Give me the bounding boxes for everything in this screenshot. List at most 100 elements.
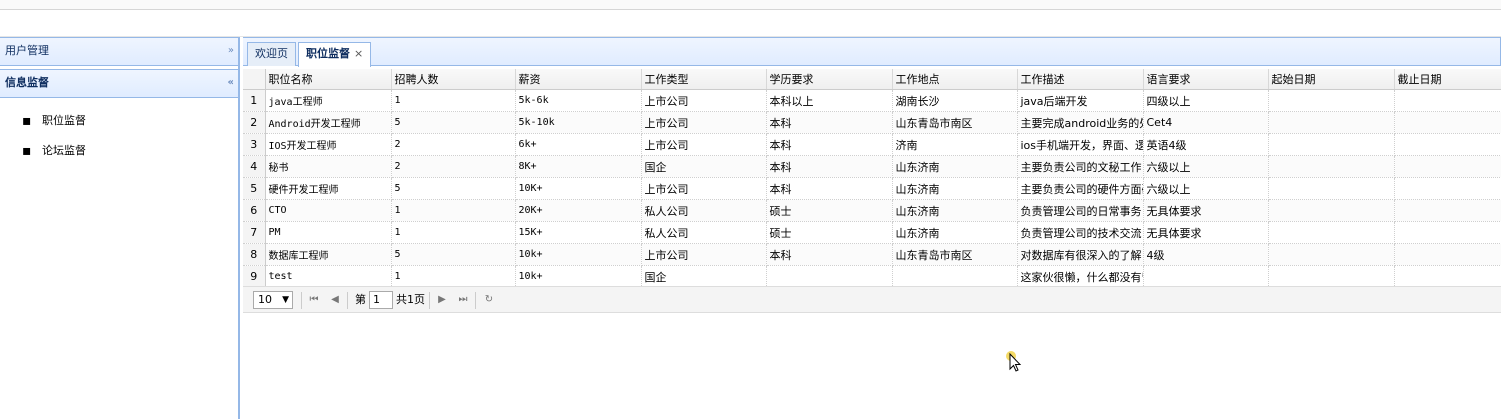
table-cell[interactable]: java工程师 xyxy=(265,89,392,112)
table-cell[interactable]: 六级以上 xyxy=(1143,177,1269,200)
table-cell[interactable]: 国企 xyxy=(641,265,767,288)
sidebar-item-forum-supervision[interactable]: ▪ 论坛监督 xyxy=(0,140,238,170)
table-cell[interactable] xyxy=(1268,177,1395,200)
table-cell[interactable]: 山东济南 xyxy=(892,177,1018,200)
table-cell[interactable]: 主要负责公司的硬件方面研发 xyxy=(1017,177,1144,200)
table-cell[interactable]: 上市公司 xyxy=(641,89,767,112)
table-cell[interactable]: Android开发工程师 xyxy=(265,111,392,134)
table-row[interactable]: 9test110k+国企 这家伙很懒，什么都没有留下 xyxy=(243,265,1501,288)
table-cell[interactable]: 负责管理公司的技术交流， xyxy=(1017,221,1144,244)
first-page-button[interactable]: ⏮ xyxy=(306,291,322,309)
table-cell[interactable] xyxy=(1268,111,1395,134)
column-header[interactable]: 工作类型 xyxy=(641,69,767,90)
table-row[interactable]: 2 Android开发工程师 5 5k-10k 上市公司 本科 山东青岛市南区 主要完成and… xyxy=(243,111,1501,134)
table-cell[interactable]: 1 xyxy=(391,89,516,112)
table-cell[interactable]: 私人公司 xyxy=(641,199,767,222)
table-cell[interactable] xyxy=(1394,89,1501,112)
table-cell[interactable]: 上市公司 xyxy=(641,243,767,266)
table-cell[interactable] xyxy=(1268,199,1395,222)
column-header[interactable]: 截止日期 xyxy=(1394,69,1501,90)
table-cell[interactable] xyxy=(1143,265,1269,288)
page-number-input[interactable]: 1 xyxy=(369,291,393,309)
table-row[interactable]: 7 PM 1 15K+ 私人公司 硕士 山东济南 负责管理公司的技术交流， 无具体要求 xyxy=(243,221,1501,244)
table-cell[interactable]: 上市公司 xyxy=(641,177,767,200)
table-cell[interactable] xyxy=(1394,155,1501,178)
table-cell[interactable]: 私人公司 xyxy=(641,221,767,244)
table-cell[interactable]: 本科以上 xyxy=(766,89,893,112)
table-cell[interactable]: 5 xyxy=(391,177,516,200)
table-cell[interactable]: test xyxy=(265,265,392,288)
table-cell[interactable] xyxy=(1394,265,1501,288)
table-cell[interactable]: 本科 xyxy=(766,111,893,134)
column-header[interactable]: 薪资 xyxy=(515,69,642,90)
table-cell[interactable]: 1 xyxy=(391,199,516,222)
table-cell[interactable]: 山东济南 xyxy=(892,155,1018,178)
table-cell[interactable]: 对数据库有很深入的了解， xyxy=(1017,243,1144,266)
refresh-button[interactable]: ↻ xyxy=(481,291,497,309)
table-cell[interactable]: 本科 xyxy=(766,155,893,178)
table-cell[interactable]: 1 xyxy=(391,221,516,244)
table-cell[interactable]: PM xyxy=(265,221,392,244)
table-cell[interactable]: 1 xyxy=(391,265,516,288)
table-cell[interactable]: 硕士 xyxy=(766,199,893,222)
table-row[interactable]: 8 数据库工程师 5 10k+ 上市公司 本科 山东青岛市南区 对数据库有很深入的了解， 4级 xyxy=(243,243,1501,266)
table-cell[interactable]: 山东济南 xyxy=(892,199,1018,222)
table-row[interactable]: 1 java工程师 1 5k-6k 上市公司 本科以上 湖南长沙 java后端开发 四级以上 xyxy=(243,89,1501,112)
table-cell[interactable]: 4级 xyxy=(1143,243,1269,266)
table-cell[interactable] xyxy=(1394,243,1501,266)
table-row[interactable]: 3IOS开发工程师26k+上市公司本科济南ios手机端开发，界面、逻辑英语4级 xyxy=(243,133,1501,156)
table-cell[interactable]: 10k+ xyxy=(515,243,642,266)
prev-page-button[interactable]: ◀ xyxy=(327,291,343,309)
table-cell[interactable]: IOS开发工程师 xyxy=(265,133,392,156)
table-cell[interactable] xyxy=(766,265,893,288)
table-cell[interactable]: 湖南长沙 xyxy=(892,89,1018,112)
column-header[interactable]: 招聘人数 xyxy=(391,69,516,90)
sidebar-item-job-supervision[interactable]: ▪ 职位监督 xyxy=(0,110,238,140)
close-icon[interactable]: × xyxy=(354,47,363,60)
table-cell[interactable] xyxy=(1268,265,1395,288)
table-cell[interactable]: 硕士 xyxy=(766,221,893,244)
table-cell[interactable]: 上市公司 xyxy=(641,111,767,134)
last-page-button[interactable]: ⏭ xyxy=(455,291,471,309)
column-header[interactable]: 职位名称 xyxy=(265,69,392,90)
table-cell[interactable] xyxy=(1394,221,1501,244)
accordion-header-user-management[interactable]: 用户管理 » xyxy=(0,37,238,66)
table-row[interactable]: 4 秘书 2 8K+ 国企 本科 山东济南 主要负责公司的文秘工作， 六级以上 xyxy=(243,155,1501,178)
collapse-icon[interactable]: « xyxy=(228,70,234,96)
expand-icon[interactable]: » xyxy=(228,38,234,64)
table-cell[interactable]: ios手机端开发，界面、逻辑 xyxy=(1017,133,1144,156)
page-size-select[interactable]: 10 ▼ xyxy=(253,291,293,309)
table-cell[interactable]: 四级以上 xyxy=(1143,89,1269,112)
table-cell[interactable]: 山东青岛市南区 xyxy=(892,243,1018,266)
table-cell[interactable] xyxy=(1268,133,1395,156)
column-header[interactable]: 工作地点 xyxy=(892,69,1018,90)
table-cell[interactable]: 主要完成android业务的处理 xyxy=(1017,111,1144,134)
next-page-button[interactable]: ▶ xyxy=(434,291,450,309)
table-cell[interactable]: 5k-10k xyxy=(515,111,642,134)
table-cell[interactable]: 2 xyxy=(391,155,516,178)
table-cell[interactable]: 英语4级 xyxy=(1143,133,1269,156)
accordion-header-info-supervision[interactable]: 信息监督 « xyxy=(0,69,238,98)
table-cell[interactable]: 数据库工程师 xyxy=(265,243,392,266)
table-cell[interactable]: 6k+ xyxy=(515,133,642,156)
table-cell[interactable]: 国企 xyxy=(641,155,767,178)
table-cell[interactable] xyxy=(1268,155,1395,178)
table-cell[interactable]: 负责管理公司的日常事务， xyxy=(1017,199,1144,222)
table-cell[interactable]: CTO xyxy=(265,199,392,222)
table-cell[interactable]: 本科 xyxy=(766,243,893,266)
table-cell[interactable]: 济南 xyxy=(892,133,1018,156)
table-cell[interactable] xyxy=(892,265,1018,288)
table-cell[interactable] xyxy=(1394,199,1501,222)
table-cell[interactable] xyxy=(1268,243,1395,266)
column-header[interactable]: 起始日期 xyxy=(1268,69,1395,90)
table-cell[interactable]: 15K+ xyxy=(515,221,642,244)
column-header[interactable]: 工作描述 xyxy=(1017,69,1144,90)
table-cell[interactable]: 硬件开发工程师 xyxy=(265,177,392,200)
table-row[interactable]: 5硬件开发工程师510K+上市公司本科山东济南主要负责公司的硬件方面研发六级以上 xyxy=(243,177,1501,200)
table-cell[interactable] xyxy=(1394,177,1501,200)
table-cell[interactable]: 5 xyxy=(391,243,516,266)
tab-job-supervision[interactable]: 职位监督 × xyxy=(298,42,372,67)
table-cell[interactable]: 主要负责公司的文秘工作， xyxy=(1017,155,1144,178)
table-cell[interactable]: 无具体要求 xyxy=(1143,199,1269,222)
table-cell[interactable] xyxy=(1268,221,1395,244)
